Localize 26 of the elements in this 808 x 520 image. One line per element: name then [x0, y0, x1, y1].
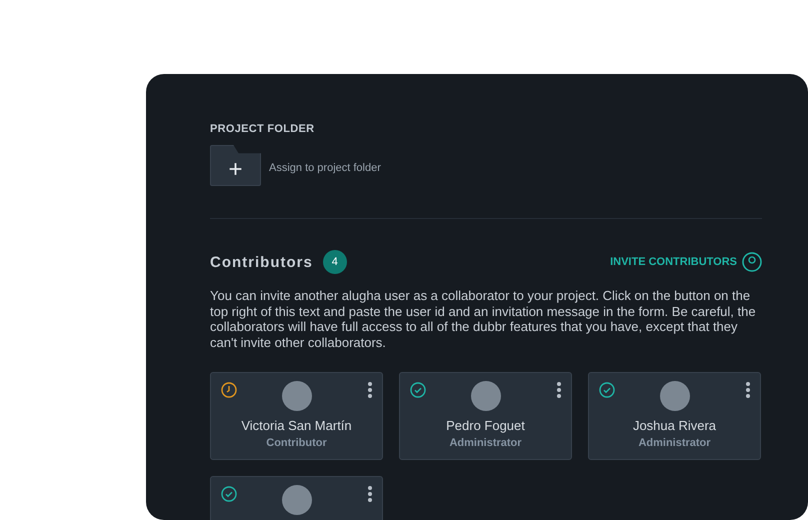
assign-folder-label: Assign to project folder: [269, 162, 381, 174]
contributors-title: Contributors: [210, 254, 313, 270]
avatar: [282, 381, 312, 411]
check-circle-icon: [599, 382, 615, 398]
contributor-name: Joshua Rivera: [632, 418, 716, 433]
invite-icon[interactable]: [742, 252, 762, 272]
check-circle-icon: [221, 486, 237, 502]
more-options-icon[interactable]: [556, 381, 562, 399]
description-text: You can invite another alugha user as a collaborator to your project. Click on the button on the top right of this text and paste the user id and an invitation message in the form. Be careful, the collaborators will have full access to all of the dubbr features that you have, except that they can't invite other collaborators.: [210, 288, 757, 350]
count-badge: 4: [322, 250, 347, 274]
contributor-name: Victoria San Martín: [241, 418, 352, 433]
more-options-icon[interactable]: [367, 381, 373, 399]
section-heading: PROJECT FOLDER: [210, 123, 316, 135]
avatar: [282, 485, 312, 515]
more-options-icon[interactable]: [745, 381, 751, 399]
contributor-role: Administrator: [449, 437, 522, 449]
avatar: [470, 381, 500, 411]
avatar: [660, 381, 690, 411]
contributor-role: Administrator: [638, 437, 711, 449]
check-circle-icon: [410, 382, 426, 398]
invite-contributors-link[interactable]: INVITE CONTRIBUTORS: [610, 256, 737, 268]
folder-add-button[interactable]: +: [210, 145, 261, 186]
more-options-icon[interactable]: [367, 485, 373, 503]
contributor-name: Pedro Foguet: [446, 418, 525, 433]
contributor-role: Contributor: [266, 437, 327, 449]
clock-icon: [221, 382, 237, 398]
